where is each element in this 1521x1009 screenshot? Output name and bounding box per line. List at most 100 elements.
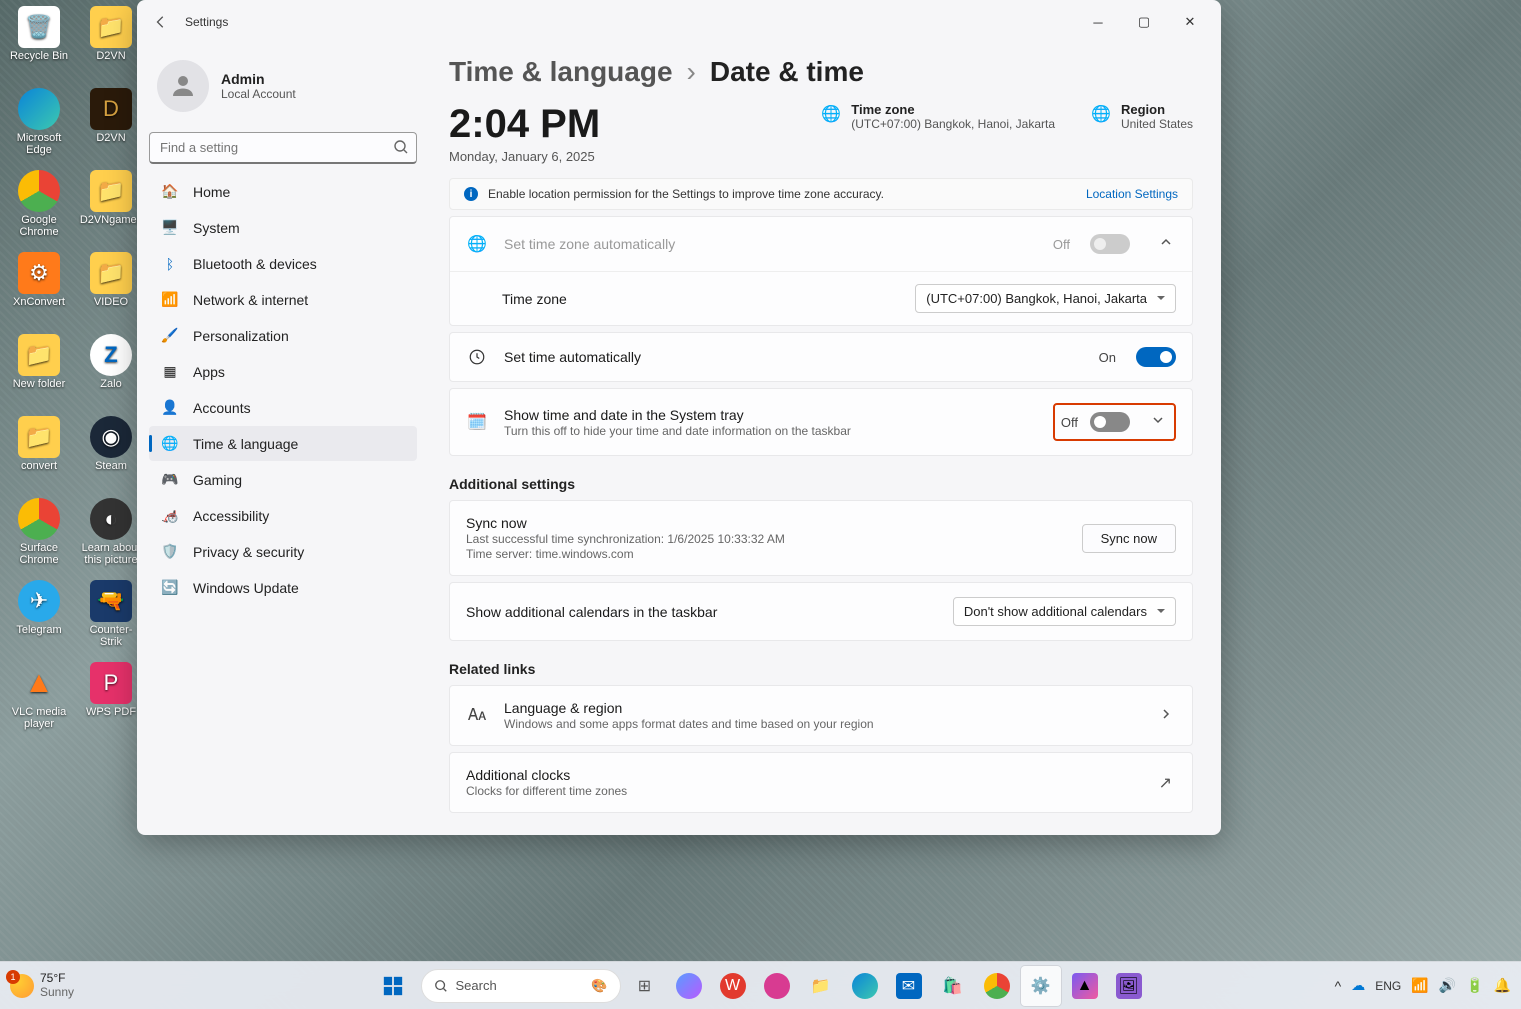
maximize-button[interactable]: ▢	[1121, 6, 1167, 38]
spotlight-icon: ◐	[90, 498, 132, 540]
start-button[interactable]	[373, 966, 413, 1006]
nav-system[interactable]: 🖥️System	[149, 210, 417, 245]
desktop-icon-newfolder[interactable]: 📁New folder	[6, 330, 72, 412]
desktop-icon-surface-chrome[interactable]: Surface Chrome	[6, 494, 72, 576]
tray-language[interactable]: ENG	[1375, 979, 1401, 993]
chrome-icon	[18, 170, 60, 212]
nav-gaming[interactable]: 🎮Gaming	[149, 462, 417, 497]
desktop-icon-telegram[interactable]: ✈Telegram	[6, 576, 72, 658]
taskbar-store[interactable]: 🛍️	[933, 966, 973, 1006]
close-button[interactable]: ✕	[1167, 6, 1213, 38]
nav-personalization[interactable]: 🖌️Personalization	[149, 318, 417, 353]
desktop-icon-recycle-bin[interactable]: 🗑️Recycle Bin	[6, 2, 72, 84]
calendars-select[interactable]: Don't show additional calendars	[953, 597, 1176, 626]
desktop-icon-steam[interactable]: ◉Steam	[78, 412, 144, 494]
app-icon	[764, 973, 790, 999]
additional-clocks-link[interactable]: Additional clocks Clocks for different t…	[449, 752, 1193, 813]
desktop-icon-chrome[interactable]: Google Chrome	[6, 166, 72, 248]
copilot-icon	[676, 973, 702, 999]
apps-icon: ▦	[161, 363, 179, 381]
globe-icon: 🌐	[1091, 104, 1111, 124]
home-icon: 🏠	[161, 183, 179, 201]
tray-wifi-icon[interactable]: 📶	[1411, 977, 1428, 994]
system-tray: ^ ☁ ENG 📶 🔊 🔋 🔔	[1335, 977, 1511, 994]
weather-widget[interactable]: 1 75°FSunny	[10, 972, 74, 998]
desktop-icon-d2vn[interactable]: 📁D2VN	[78, 2, 144, 84]
desktop-icon-vlc[interactable]: ▲VLC media player	[6, 658, 72, 740]
desktop-icon-d2vn-app[interactable]: DD2VN	[78, 84, 144, 166]
taskbar-edge[interactable]	[845, 966, 885, 1006]
sync-server: Time server: time.windows.com	[466, 547, 785, 561]
back-button[interactable]	[145, 6, 177, 38]
recycle-bin-icon: 🗑️	[18, 6, 60, 48]
chevron-right-icon	[1156, 703, 1176, 729]
accounts-icon: 👤	[161, 399, 179, 417]
highlighted-control: Off	[1053, 403, 1176, 441]
task-view-button[interactable]: ⊞	[625, 966, 665, 1006]
breadcrumb-parent[interactable]: Time & language	[449, 56, 673, 88]
sync-now-button[interactable]: Sync now	[1082, 524, 1176, 553]
language-region-link[interactable]: 🗛 Language & region Windows and some app…	[449, 685, 1193, 746]
minimize-button[interactable]: ─	[1075, 6, 1121, 38]
chrome-icon	[18, 498, 60, 540]
taskbar-chrome[interactable]	[977, 966, 1017, 1006]
taskbar-search[interactable]: Search🎨	[421, 969, 621, 1003]
calendars-label: Show additional calendars in the taskbar	[466, 604, 717, 620]
search-input[interactable]	[149, 132, 417, 164]
tray-volume-icon[interactable]: 🔊	[1439, 977, 1456, 994]
auto-timezone-label: Set time zone automatically	[504, 236, 675, 252]
store-icon: 🛍️	[940, 973, 966, 999]
tray-onedrive-icon[interactable]: ☁	[1351, 977, 1365, 994]
nav-privacy[interactable]: 🛡️Privacy & security	[149, 534, 417, 569]
explorer-icon: 📁	[808, 973, 834, 999]
desktop-icon-convert[interactable]: 📁convert	[6, 412, 72, 494]
nav-home[interactable]: 🏠Home	[149, 174, 417, 209]
desktop-icon-zalo[interactable]: ZZalo	[78, 330, 144, 412]
folder-icon: 📁	[18, 334, 60, 376]
collapse-button[interactable]	[1156, 231, 1176, 257]
nav-bluetooth[interactable]: ᛒBluetooth & devices	[149, 246, 417, 281]
taskbar-app-2[interactable]	[757, 966, 797, 1006]
open-external-icon: ↗	[1155, 769, 1176, 797]
desktop-icon-video[interactable]: 📁VIDEO	[78, 248, 144, 330]
nav-accessibility[interactable]: 🦽Accessibility	[149, 498, 417, 533]
globe-icon: 🌐	[821, 104, 841, 124]
desktop-icon-learn-picture[interactable]: ◐Learn about this picture	[78, 494, 144, 576]
taskbar-app-1[interactable]: W	[713, 966, 753, 1006]
profile-section[interactable]: Admin Local Account	[149, 44, 417, 128]
nav-apps[interactable]: ▦Apps	[149, 354, 417, 389]
expand-button[interactable]	[1148, 409, 1168, 435]
desktop-icon-d2vngames[interactable]: 📁D2VNgames	[78, 166, 144, 248]
tray-time-toggle[interactable]	[1090, 412, 1130, 432]
taskbar-app-3[interactable]: ▲	[1065, 966, 1105, 1006]
taskbar-explorer[interactable]: 📁	[801, 966, 841, 1006]
sync-card: Sync now Last successful time synchroniz…	[449, 500, 1193, 576]
nav-update[interactable]: 🔄Windows Update	[149, 570, 417, 605]
auto-time-toggle[interactable]	[1136, 347, 1176, 367]
nav-accounts[interactable]: 👤Accounts	[149, 390, 417, 425]
timezone-select[interactable]: (UTC+07:00) Bangkok, Hanoi, Jakarta	[915, 284, 1176, 313]
calendar-clock-icon: 🗓️	[466, 412, 488, 432]
nav-network[interactable]: 📶Network & internet	[149, 282, 417, 317]
desktop-icon-edge[interactable]: Microsoft Edge	[6, 84, 72, 166]
timezone-card: 🌐 Set time zone automatically Off Time z…	[449, 216, 1193, 326]
desktop-icons: 🗑️Recycle Bin 📁D2VN Microsoft Edge DD2VN…	[6, 2, 156, 740]
desktop-icon-xnconvert[interactable]: ⚙XnConvert	[6, 248, 72, 330]
taskbar-app-4[interactable]: 🖼	[1109, 966, 1149, 1006]
taskbar-copilot[interactable]	[669, 966, 709, 1006]
taskbar-outlook[interactable]: ✉	[889, 966, 929, 1006]
desktop-icon-wps-pdf[interactable]: PWPS PDF	[78, 658, 144, 740]
breadcrumb-current: Date & time	[710, 56, 864, 88]
tray-battery-icon[interactable]: 🔋	[1466, 977, 1483, 994]
vlc-icon: ▲	[18, 662, 60, 704]
profile-subtitle: Local Account	[221, 87, 296, 101]
location-settings-link[interactable]: Location Settings	[1086, 187, 1178, 201]
system-icon: 🖥️	[161, 219, 179, 237]
nav-time-language[interactable]: 🌐Time & language	[149, 426, 417, 461]
tray-overflow[interactable]: ^	[1335, 978, 1342, 994]
desktop-icon-counterstrike[interactable]: 🔫Counter-Strik	[78, 576, 144, 658]
gaming-icon: 🎮	[161, 471, 179, 489]
accessibility-icon: 🦽	[161, 507, 179, 525]
tray-notifications-icon[interactable]: 🔔	[1494, 977, 1511, 994]
taskbar-settings[interactable]: ⚙️	[1021, 966, 1061, 1006]
